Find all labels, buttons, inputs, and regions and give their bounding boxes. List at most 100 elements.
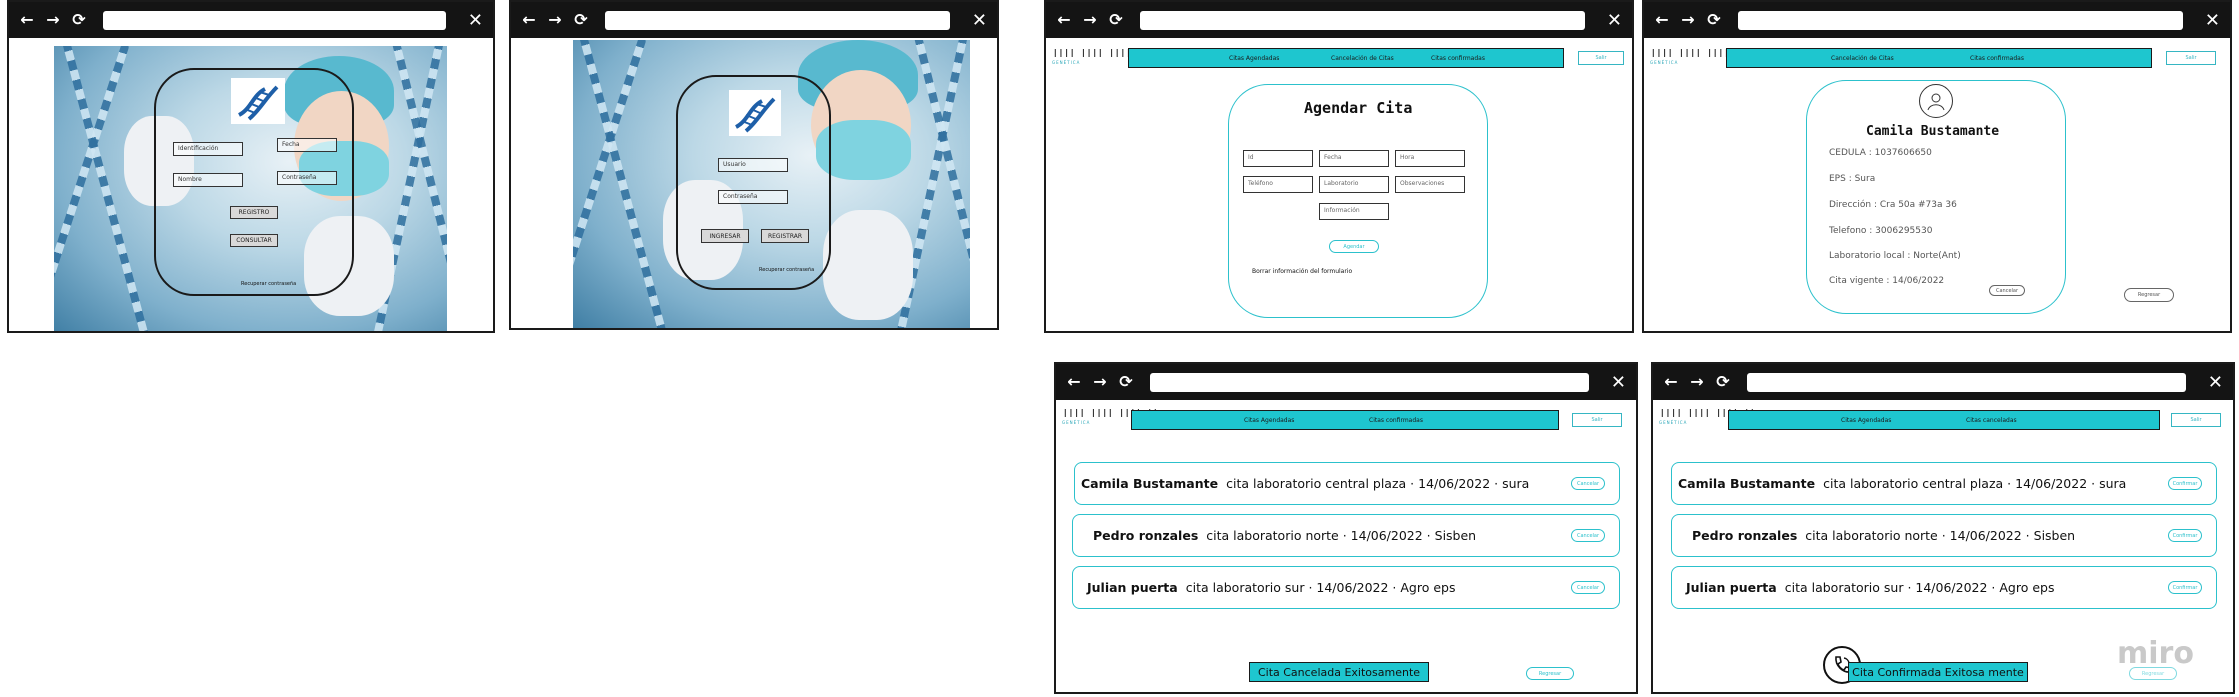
nav-confirmed[interactable]: Citas confirmadas: [1970, 55, 2024, 62]
nav-scheduled[interactable]: Citas Agendadas: [1841, 417, 1891, 424]
patient-name: Camila Bustamante: [1678, 476, 1816, 491]
address-bar[interactable]: [1140, 10, 1585, 30]
back-button[interactable]: Regresar: [2124, 288, 2174, 302]
row-action-button[interactable]: Confirmar: [2168, 529, 2202, 542]
forward-icon[interactable]: →: [1082, 12, 1098, 28]
browser-toolbar: ← → ⟳ ✕: [511, 2, 997, 38]
phone-field[interactable]: Teléfono: [1243, 176, 1313, 193]
name-field[interactable]: Nombre: [173, 173, 243, 187]
close-icon[interactable]: ✕: [2208, 372, 2223, 393]
observations-field[interactable]: Observaciones: [1395, 176, 1465, 193]
row-action-button[interactable]: Cancelar: [1571, 581, 1605, 594]
forward-icon[interactable]: →: [1092, 374, 1108, 390]
consult-button[interactable]: CONSULTAR: [230, 234, 278, 247]
register-button[interactable]: REGISTRO: [230, 206, 278, 219]
browser-toolbar: ← → ⟳ ✕: [1653, 364, 2233, 400]
address-bar[interactable]: [1738, 10, 2183, 30]
exit-button[interactable]: Salir: [2171, 413, 2221, 427]
forward-icon[interactable]: →: [1680, 12, 1696, 28]
info-field[interactable]: Información: [1319, 203, 1389, 220]
login-button[interactable]: INGRESAR: [701, 229, 749, 243]
exit-button[interactable]: Salir: [1578, 51, 1624, 65]
back-icon[interactable]: ←: [1654, 12, 1670, 28]
reload-icon[interactable]: ⟳: [1706, 12, 1722, 28]
success-toast: Cita Confirmada Exitosa mente: [1848, 662, 2028, 682]
reload-icon[interactable]: ⟳: [573, 12, 589, 28]
list-item[interactable]: Camila Bustamante cita laboratorio centr…: [1671, 462, 2217, 505]
reload-icon[interactable]: ⟳: [1715, 374, 1731, 390]
close-icon[interactable]: ✕: [972, 10, 987, 31]
patient-address: Dirección : Cra 50a #73a 36: [1829, 200, 1957, 210]
appointment-details: cita laboratorio norte · 14/06/2022 · Si…: [1206, 528, 1477, 543]
username-field[interactable]: Usuario: [718, 158, 788, 172]
nav-confirmed[interactable]: Citas confirmadas: [1431, 55, 1485, 62]
back-button[interactable]: Regresar: [2129, 667, 2177, 680]
recover-password-link[interactable]: Recuperar contraseña: [759, 267, 814, 273]
cancel-small-button[interactable]: Cancelar: [1989, 285, 2025, 296]
exit-button[interactable]: Salir: [2166, 51, 2216, 65]
forward-icon[interactable]: →: [547, 12, 563, 28]
success-toast: Cita Cancelada Exitosamente: [1249, 662, 1429, 682]
time-field[interactable]: Hora: [1395, 150, 1465, 167]
user-avatar-icon: [1919, 84, 1953, 118]
patient-eps: EPS : Sura: [1829, 174, 1876, 184]
browser-toolbar: ← → ⟳ ✕: [1644, 2, 2230, 38]
login-window: ← → ⟳ ✕ Usuario Contraseña INGRESAR REGI…: [509, 0, 999, 330]
register-button[interactable]: REGISTRAR: [761, 229, 809, 243]
id-field[interactable]: Id: [1243, 150, 1313, 167]
close-icon[interactable]: ✕: [1607, 10, 1622, 31]
address-bar[interactable]: [103, 10, 446, 30]
row-action-button[interactable]: Cancelar: [1571, 529, 1605, 542]
top-nav: Citas Agendadas Citas confirmadas: [1131, 410, 1559, 430]
browser-toolbar: ← → ⟳ ✕: [1056, 364, 1636, 400]
close-icon[interactable]: ✕: [2205, 10, 2220, 31]
back-icon[interactable]: ←: [521, 12, 537, 28]
date-field[interactable]: Fecha: [1319, 150, 1389, 167]
forward-icon[interactable]: →: [1689, 374, 1705, 390]
list-item[interactable]: Camila Bustamante cita laboratorio centr…: [1074, 462, 1620, 505]
nav-confirmed[interactable]: Citas confirmadas: [1369, 417, 1423, 424]
nav-cancelled[interactable]: Citas canceladas: [1966, 417, 2017, 424]
back-button[interactable]: Regresar: [1526, 667, 1574, 680]
address-bar[interactable]: [1747, 372, 2186, 392]
password-field[interactable]: Contraseña: [277, 171, 337, 185]
address-bar[interactable]: [605, 10, 950, 30]
date-field[interactable]: Fecha: [277, 138, 337, 152]
appointment-details: cita laboratorio norte · 14/06/2022 · Si…: [1805, 528, 2076, 543]
close-icon[interactable]: ✕: [1611, 372, 1626, 393]
back-icon[interactable]: ←: [1056, 12, 1072, 28]
back-icon[interactable]: ←: [1663, 374, 1679, 390]
list-item[interactable]: Pedro ronzales cita laboratorio norte · …: [1072, 514, 1620, 557]
forward-icon[interactable]: →: [45, 12, 61, 28]
nav-scheduled[interactable]: Citas Agendadas: [1229, 55, 1279, 62]
patient-phone: Telefono : 3006295530: [1829, 226, 1933, 236]
appointment-details: cita laboratorio central plaza · 14/06/2…: [1226, 476, 1530, 491]
close-icon[interactable]: ✕: [468, 10, 483, 31]
row-action-button[interactable]: Confirmar: [2168, 477, 2202, 490]
row-action-button[interactable]: Confirmar: [2168, 581, 2202, 594]
list-item[interactable]: Julian puerta cita laboratorio sur · 14/…: [1671, 566, 2217, 609]
back-icon[interactable]: ←: [19, 12, 35, 28]
password-field[interactable]: Contraseña: [718, 190, 788, 204]
address-bar[interactable]: [1150, 372, 1589, 392]
exit-button[interactable]: Salir: [1572, 413, 1622, 427]
patient-name: Julian puerta: [1087, 580, 1178, 595]
nav-cancellations[interactable]: Cancelación de Citas: [1831, 55, 1894, 62]
recover-password-link[interactable]: Recuperar contraseña: [241, 281, 296, 287]
nav-scheduled[interactable]: Citas Agendadas: [1244, 417, 1294, 424]
nav-cancellations[interactable]: Cancelación de Citas: [1331, 55, 1394, 62]
row-action-button[interactable]: Cancelar: [1571, 477, 1605, 490]
list-item[interactable]: Julian puerta cita laboratorio sur · 14/…: [1072, 566, 1620, 609]
reload-icon[interactable]: ⟳: [1108, 12, 1124, 28]
laboratory-field[interactable]: Laboratorio: [1319, 176, 1389, 193]
id-field[interactable]: Identificación: [173, 142, 243, 156]
reload-icon[interactable]: ⟳: [1118, 374, 1134, 390]
reload-icon[interactable]: ⟳: [71, 12, 87, 28]
list-item[interactable]: Pedro ronzales cita laboratorio norte · …: [1671, 514, 2217, 557]
browser-toolbar: ← → ⟳ ✕: [9, 2, 493, 38]
dna-logo: [729, 90, 781, 136]
back-icon[interactable]: ←: [1066, 374, 1082, 390]
appointment-details: cita laboratorio sur · 14/06/2022 · Agro…: [1784, 580, 2055, 595]
clear-form-link[interactable]: Borrar información del formulario: [1252, 268, 1352, 275]
schedule-button[interactable]: Agendar: [1329, 240, 1379, 253]
